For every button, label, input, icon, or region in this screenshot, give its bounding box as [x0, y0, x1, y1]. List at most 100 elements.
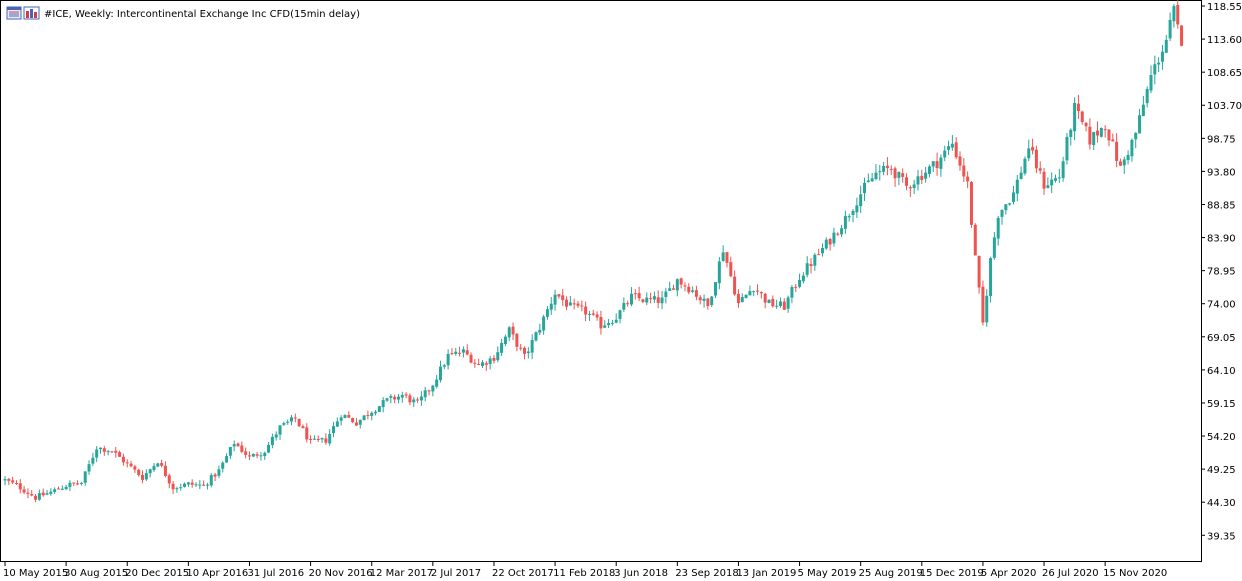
candle: [500, 338, 504, 357]
y-tick-label: 98.75: [1207, 134, 1236, 145]
bar-chart-icon[interactable]: [23, 6, 40, 20]
candle: [225, 453, 229, 463]
x-tick-label: 25 Aug 2019: [859, 568, 923, 579]
candle-body: [221, 462, 225, 469]
candle-body: [1046, 185, 1050, 188]
candle-body: [572, 303, 576, 305]
x-tick-label: 3 Jun 2018: [614, 568, 668, 579]
window-restore-icon[interactable]: [6, 6, 22, 20]
candle-body: [817, 254, 821, 256]
candle-body: [954, 142, 958, 158]
candle: [591, 309, 595, 316]
candle: [565, 296, 569, 311]
candle: [118, 450, 122, 457]
candle: [22, 485, 26, 495]
y-tick-label: 103.70: [1207, 101, 1242, 112]
candle-body: [217, 469, 221, 476]
candle: [706, 297, 710, 310]
candle: [408, 393, 412, 406]
candle-body: [278, 425, 282, 435]
y-tick-label: 59.15: [1207, 399, 1236, 410]
candle: [305, 423, 309, 443]
candle: [1023, 156, 1027, 176]
candle-body: [247, 455, 251, 457]
candle-body: [660, 297, 664, 304]
candle-body: [160, 463, 164, 466]
candle: [901, 168, 905, 183]
candle-body: [782, 301, 786, 310]
candle-body: [836, 233, 840, 235]
price-chart[interactable]: #ICE, Weekly: Intercontinental Exchange …: [0, 0, 1242, 581]
candle: [202, 480, 206, 487]
candle: [664, 287, 668, 304]
candle: [412, 397, 416, 408]
y-tick-label: 83.90: [1207, 234, 1236, 245]
y-tick-label: 39.35: [1207, 531, 1236, 542]
x-tick-label: 10 May 2015: [3, 568, 68, 579]
candle: [641, 298, 645, 304]
candle-body: [240, 445, 244, 452]
candle-body: [305, 427, 309, 440]
candle: [1103, 125, 1107, 138]
candle: [778, 297, 782, 308]
candle-body: [419, 396, 423, 401]
candle-body: [714, 282, 718, 296]
candle-body: [438, 366, 442, 381]
candle: [14, 480, 18, 485]
candle: [549, 297, 553, 315]
candle-body: [798, 280, 802, 287]
candle-body: [813, 254, 817, 266]
candle-body: [561, 295, 565, 301]
candle-body: [435, 379, 439, 387]
candle: [996, 215, 1000, 246]
x-tick-label: 31 Jul 2016: [247, 568, 304, 579]
candle-body: [110, 451, 114, 453]
candle-body: [114, 450, 118, 453]
price-axis: 118.55 113.60 108.65 103.70 98.75 93.80 88.85 8…: [1201, 2, 1242, 542]
candle: [26, 488, 30, 499]
candle-body: [545, 309, 549, 317]
candle: [736, 289, 740, 308]
candle-body: [610, 322, 614, 324]
candle: [733, 270, 737, 296]
candle-body: [45, 493, 49, 495]
candle-body: [416, 399, 420, 401]
candle-body: [931, 161, 935, 167]
candle-body: [500, 342, 504, 353]
candle: [576, 301, 580, 308]
candle: [836, 232, 840, 236]
candle-body: [95, 449, 99, 458]
candle-body: [595, 314, 599, 318]
x-tick-label: 15 Dec 2019: [920, 568, 984, 579]
candle: [366, 410, 370, 420]
candle-body: [408, 395, 412, 403]
candle-body: [756, 290, 760, 292]
candle-body: [950, 143, 954, 148]
candle-body: [312, 438, 316, 440]
candle-body: [985, 295, 989, 323]
x-tick-label: 13 Jan 2019: [736, 568, 796, 579]
candle: [832, 227, 836, 247]
candle-body: [668, 288, 672, 291]
x-tick-label: 20 Nov 2016: [309, 568, 373, 579]
candle-body: [293, 417, 297, 419]
candle-body: [599, 316, 603, 329]
candle-body: [366, 414, 370, 416]
candle-body: [106, 451, 110, 453]
candle: [920, 169, 924, 184]
candle: [270, 433, 274, 449]
candle-body: [843, 216, 847, 229]
candle: [400, 391, 404, 403]
candle-body: [343, 415, 347, 418]
candle-body: [1057, 177, 1061, 179]
candle-body: [912, 184, 916, 188]
candle: [1122, 156, 1126, 174]
candle: [484, 361, 488, 371]
candle: [756, 284, 760, 295]
candle: [1096, 121, 1100, 143]
candle-body: [1099, 127, 1103, 137]
candle: [194, 482, 198, 488]
candle: [473, 359, 477, 368]
candle-body: [99, 447, 102, 450]
candle-body: [748, 290, 752, 296]
